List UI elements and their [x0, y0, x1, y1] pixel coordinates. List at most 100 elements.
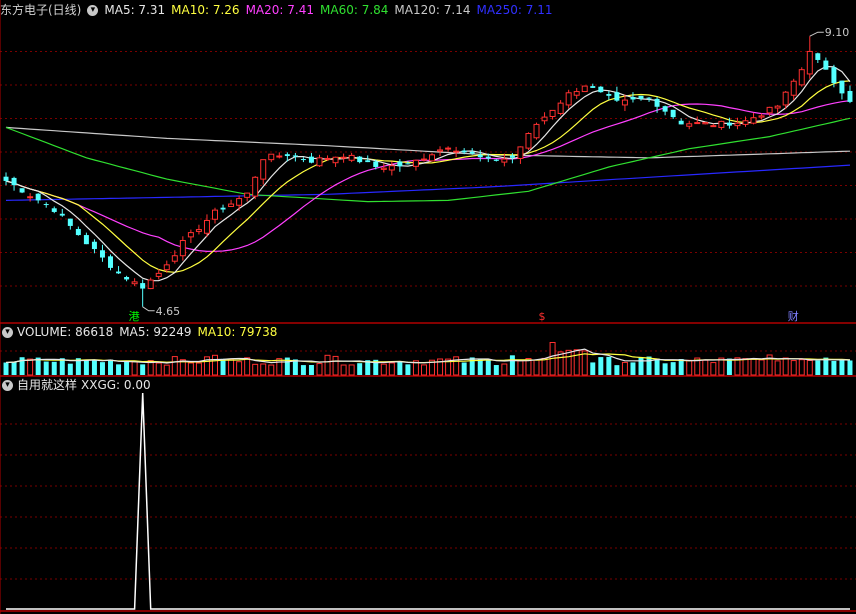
volume-bar: [686, 359, 693, 376]
candle-body: [734, 122, 741, 127]
volume-bar: [621, 361, 628, 376]
volume-label: VOLUME: 86618: [17, 325, 114, 339]
volume-ma10-label: MA10: 79738: [197, 325, 278, 339]
volume-ma5-label: MA5: 92249: [119, 325, 192, 339]
ma5-label: MA5: 7.31: [104, 3, 166, 17]
ma5-line: [5, 65, 851, 282]
volume-bar: [91, 359, 97, 375]
volume-bar: [485, 358, 491, 375]
candle-body: [365, 160, 371, 163]
volume-header: ▾ VOLUME: 86618 MA5: 92249 MA10: 79738: [0, 324, 283, 340]
candle-body: [203, 219, 210, 234]
high-label: 9.10: [825, 26, 850, 39]
volume-bar: [670, 362, 676, 375]
candle-body: [557, 102, 564, 114]
candle-body: [549, 109, 556, 117]
volume-bar: [397, 361, 403, 375]
volume-bar: [533, 359, 540, 376]
candle-body: [581, 85, 588, 93]
candle-body: [726, 122, 732, 126]
candle-body: [332, 156, 339, 164]
candle-body: [236, 198, 243, 206]
event-marker: 港: [129, 310, 140, 323]
xxgg-label: XXGG: 0.00: [81, 378, 151, 392]
candle-body: [99, 250, 105, 258]
candle-body: [316, 157, 323, 167]
candle-body: [51, 208, 57, 212]
candle-body: [541, 116, 548, 122]
volume-bar: [710, 362, 717, 376]
candle-body: [43, 204, 49, 206]
volume-bar: [598, 357, 604, 375]
chevron-down-icon[interactable]: ▾: [87, 5, 99, 16]
volume-bar: [790, 360, 797, 376]
volume-bar: [388, 362, 395, 376]
volume-bar: [131, 361, 138, 376]
ma20-label: MA20: 7.41: [245, 3, 314, 17]
candle-body: [493, 159, 499, 161]
chevron-down-icon[interactable]: ▾: [2, 380, 13, 391]
volume-bar: [573, 349, 580, 376]
volume-bar: [614, 365, 620, 375]
candle-body: [766, 106, 773, 114]
candle-body: [380, 167, 387, 170]
candle-body: [116, 271, 122, 274]
candle-body: [131, 281, 138, 285]
candle-body: [654, 98, 660, 107]
candle-body: [678, 120, 684, 125]
candle-body: [839, 80, 845, 94]
volume-bar: [630, 362, 636, 375]
volume-bar: [220, 358, 226, 375]
candle-body: [823, 60, 829, 70]
candle-body: [252, 176, 259, 197]
volume-bar: [99, 362, 105, 375]
volume-bar: [43, 361, 49, 375]
candle-body: [630, 97, 636, 100]
candle-body: [108, 256, 114, 268]
candle-body: [348, 154, 355, 161]
candle-body: [179, 240, 186, 257]
volume-bar: [750, 358, 757, 376]
volume-bar: [477, 359, 483, 375]
candle-body: [420, 158, 427, 161]
volume-bar: [654, 358, 660, 375]
volume-bar: [124, 361, 130, 375]
volume-bar: [236, 361, 243, 376]
ma60-label: MA60: 7.84: [320, 3, 389, 17]
volume-bar: [324, 354, 331, 376]
candle-body: [614, 92, 620, 101]
volume-bar: [116, 364, 122, 375]
volume-bar: [187, 362, 194, 376]
stock-chart[interactable]: 9.10 4.65 港 $ 财: [0, 0, 856, 614]
volume-bar: [798, 359, 805, 376]
volume-bar: [3, 362, 9, 375]
volume-bar: [590, 362, 596, 375]
volume-bar: [742, 358, 749, 376]
candle-body: [533, 123, 540, 139]
ma10-line: [5, 80, 851, 273]
high-marker: [809, 31, 824, 37]
candle-body: [388, 165, 395, 171]
candle-body: [662, 106, 668, 112]
candle-body: [260, 159, 267, 180]
candle-body: [686, 123, 693, 127]
candle-body: [147, 279, 154, 290]
volume-bar: [244, 357, 251, 376]
candle-body: [758, 115, 765, 118]
candle-body: [646, 97, 652, 99]
candle-body: [782, 91, 789, 106]
chevron-down-icon[interactable]: ▾: [2, 327, 13, 338]
xxgg-line: [6, 392, 850, 610]
volume-bar: [140, 364, 146, 375]
volume-bar: [155, 362, 162, 376]
volume-bar: [726, 358, 732, 375]
chart-title: 东方电子(日线): [0, 3, 82, 17]
candle-body: [67, 218, 73, 226]
candle-body: [469, 151, 475, 154]
volume-bar: [774, 360, 781, 376]
volume-bar: [108, 359, 114, 375]
volume-bar: [646, 356, 652, 375]
volume-bar: [758, 359, 765, 376]
candle-body: [212, 209, 218, 220]
indicator-name: 自用就这样: [17, 378, 78, 392]
